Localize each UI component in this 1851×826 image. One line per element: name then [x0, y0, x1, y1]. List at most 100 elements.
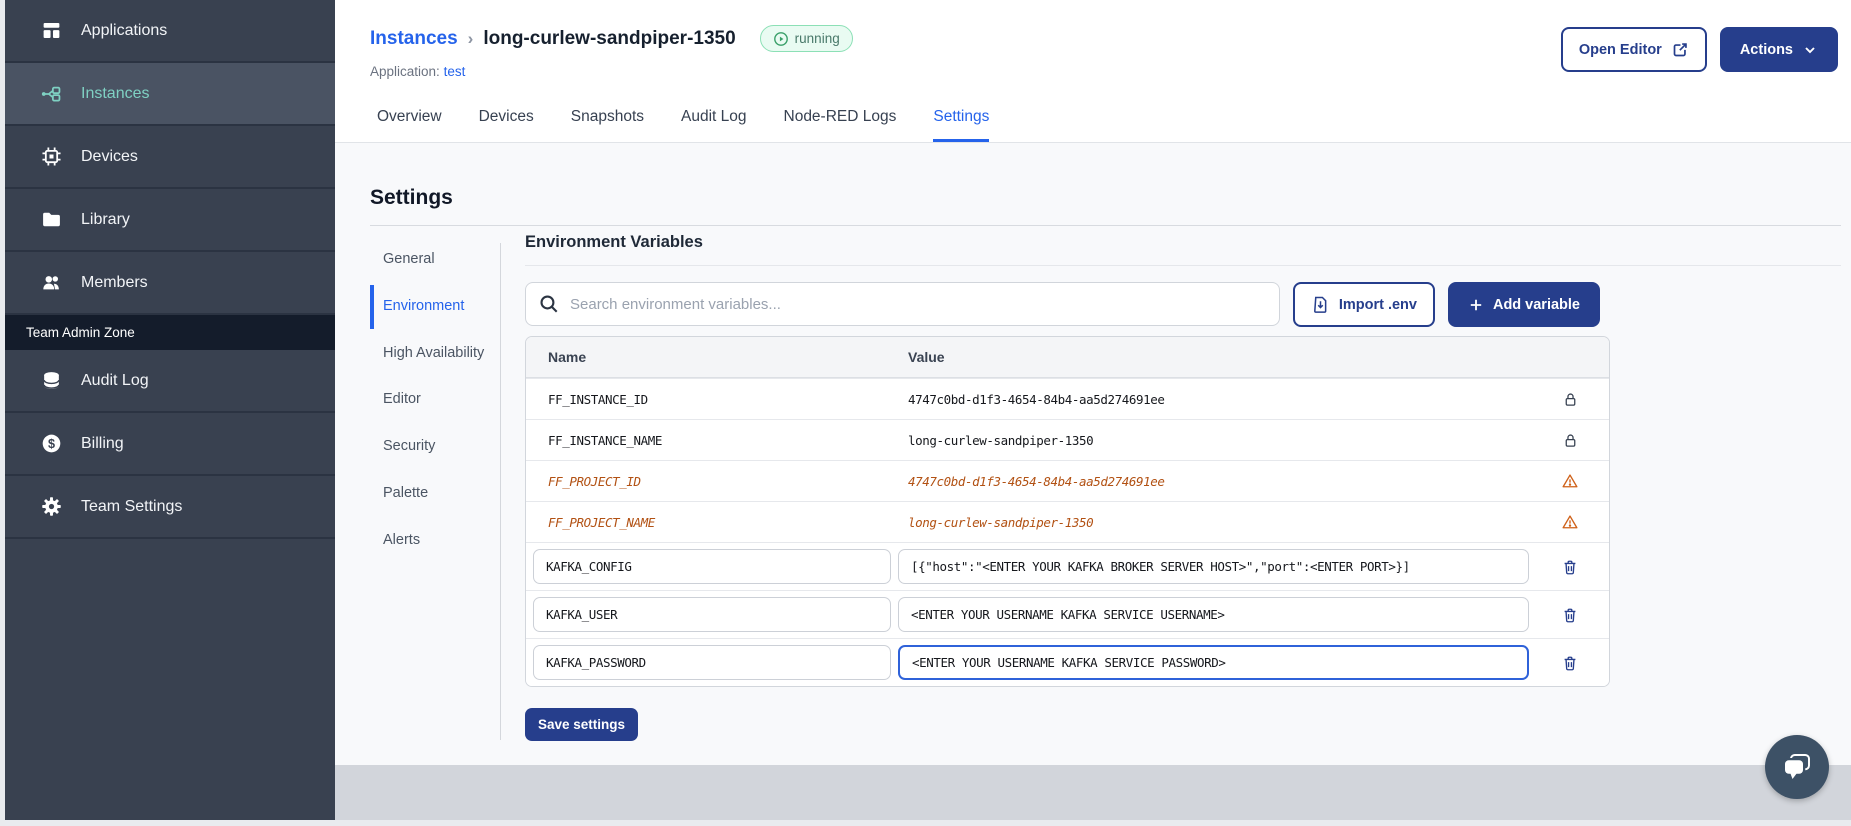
sidebar-item-audit-log[interactable]: Audit Log [5, 350, 335, 413]
plus-icon [1470, 299, 1482, 310]
instance-name: long-curlew-sandpiper-1350 [483, 27, 736, 49]
sidebar-item-devices[interactable]: Devices [5, 126, 335, 189]
import-env-button[interactable]: Import .env [1292, 282, 1435, 327]
sidebar-item-library[interactable]: Library [5, 189, 335, 252]
tab-settings[interactable]: Settings [933, 108, 990, 142]
sidebar-item-label: Devices [81, 147, 138, 165]
chat-icon [1782, 754, 1810, 779]
table-row [526, 638, 1609, 686]
save-settings-button[interactable]: Save settings [525, 708, 639, 741]
env-var-name: FF_PROJECT_NAME [548, 514, 655, 530]
subnav-palette[interactable]: Palette [370, 483, 490, 505]
table-row: FF_PROJECT_ID 4747c0bd-d1f3-4654-84b4-aa… [526, 460, 1609, 501]
table-row: FF_INSTANCE_ID 4747c0bd-d1f3-4654-84b4-a… [526, 378, 1609, 419]
actions-label: Actions [1739, 41, 1793, 58]
lock-icon [1531, 432, 1609, 449]
sidebar-item-label: Applications [81, 21, 168, 39]
instances-icon [40, 83, 62, 105]
subnav-alerts[interactable]: Alerts [370, 530, 490, 552]
sidebar-item-team-settings[interactable]: Team Settings [5, 476, 335, 539]
delete-variable-button[interactable] [1531, 606, 1609, 624]
table-row: FF_PROJECT_NAME long-curlew-sandpiper-13… [526, 501, 1609, 542]
team-settings-icon [40, 496, 62, 518]
breadcrumb: Instances › long-curlew-sandpiper-1350 r… [370, 25, 853, 52]
add-variable-button[interactable]: Add variable [1447, 282, 1600, 327]
members-icon [40, 272, 62, 294]
environment-variables-table: Name Value FF_INSTANCE_ID 4747c0bd-d1f3-… [525, 336, 1610, 687]
instance-tabs: Overview Devices Snapshots Audit Log Nod… [377, 108, 990, 142]
footer-strip [335, 765, 1851, 820]
window-left-gutter [0, 0, 5, 826]
tab-audit-log[interactable]: Audit Log [681, 108, 747, 142]
external-link-icon [1673, 42, 1687, 56]
status-badge-label: running [794, 31, 840, 46]
subnav-general[interactable]: General [370, 249, 490, 271]
env-var-name-input[interactable] [533, 597, 891, 632]
env-var-name: FF_INSTANCE_ID [548, 391, 648, 407]
chat-widget-button[interactable] [1765, 735, 1829, 799]
env-var-value: long-curlew-sandpiper-1350 [908, 514, 1094, 530]
environment-panel: Environment Variables Import .env Add va… [525, 233, 1841, 741]
sidebar-item-billing[interactable]: $ Billing [5, 413, 335, 476]
tab-overview[interactable]: Overview [377, 108, 442, 142]
application-link[interactable]: test [444, 64, 466, 79]
import-file-icon [1313, 296, 1327, 313]
sidebar-item-members[interactable]: Members [5, 252, 335, 315]
warning-icon [1531, 513, 1609, 531]
breadcrumb-instances-link[interactable]: Instances [370, 28, 458, 50]
settings-title-divider [370, 225, 1841, 226]
settings-title: Settings [370, 186, 453, 209]
table-header: Name Value [526, 337, 1609, 378]
audit-log-icon [40, 370, 62, 392]
env-var-name-input[interactable] [533, 549, 891, 584]
environment-controls: Import .env Add variable [525, 282, 1600, 327]
table-row [526, 542, 1609, 590]
page-header: Instances › long-curlew-sandpiper-1350 r… [335, 0, 1851, 143]
table-row [526, 590, 1609, 638]
tab-devices[interactable]: Devices [479, 108, 534, 142]
column-header-name: Name [548, 349, 587, 365]
status-badge: running [759, 25, 853, 52]
play-circle-icon [773, 31, 788, 46]
billing-icon: $ [40, 433, 62, 455]
subnav-environment[interactable]: Environment [370, 284, 490, 329]
delete-variable-button[interactable] [1531, 558, 1609, 576]
subnav-editor[interactable]: Editor [370, 389, 490, 411]
chevron-down-icon [1805, 46, 1815, 53]
svg-text:$: $ [47, 437, 54, 451]
subnav-security[interactable]: Security [370, 436, 490, 458]
env-var-value: long-curlew-sandpiper-1350 [908, 432, 1094, 448]
sidebar-item-label: Team Settings [81, 497, 183, 515]
env-var-name: FF_INSTANCE_NAME [548, 432, 663, 448]
search-box [525, 282, 1280, 327]
sidebar-item-instances[interactable]: Instances [5, 63, 335, 126]
env-var-value: 4747c0bd-d1f3-4654-84b4-aa5d274691ee [908, 391, 1165, 407]
window-bottom-strip [0, 820, 1851, 826]
environment-title-divider [525, 265, 1841, 266]
add-variable-label: Add variable [1492, 296, 1580, 313]
subnav-high-availability[interactable]: High Availability [370, 343, 490, 365]
env-var-value-input[interactable] [898, 597, 1529, 632]
table-row: FF_INSTANCE_NAME long-curlew-sandpiper-1… [526, 419, 1609, 460]
environment-variables-title: Environment Variables [525, 233, 703, 251]
tab-snapshots[interactable]: Snapshots [571, 108, 644, 142]
open-editor-button[interactable]: Open Editor [1560, 27, 1707, 72]
column-header-value: Value [908, 349, 945, 365]
main-content: Instances › long-curlew-sandpiper-1350 r… [335, 0, 1851, 826]
env-var-value: 4747c0bd-d1f3-4654-84b4-aa5d274691ee [908, 473, 1165, 489]
search-input[interactable] [525, 282, 1280, 326]
open-editor-label: Open Editor [1578, 41, 1662, 58]
application-line: Application: test [370, 64, 465, 79]
sidebar-item-label: Members [81, 273, 148, 291]
devices-icon [40, 146, 62, 168]
env-var-value-input-focused[interactable] [898, 645, 1529, 680]
env-var-name-input[interactable] [533, 645, 891, 680]
tab-node-red-logs[interactable]: Node-RED Logs [784, 108, 897, 142]
sidebar-item-applications[interactable]: Applications [5, 0, 335, 63]
actions-button[interactable]: Actions [1719, 27, 1838, 72]
env-var-value-input[interactable] [898, 549, 1529, 584]
env-var-name: FF_PROJECT_ID [548, 473, 641, 489]
application-label: Application: [370, 64, 440, 79]
sidebar-section-team-admin-zone: Team Admin Zone [5, 315, 335, 350]
delete-variable-button[interactable] [1531, 654, 1609, 672]
